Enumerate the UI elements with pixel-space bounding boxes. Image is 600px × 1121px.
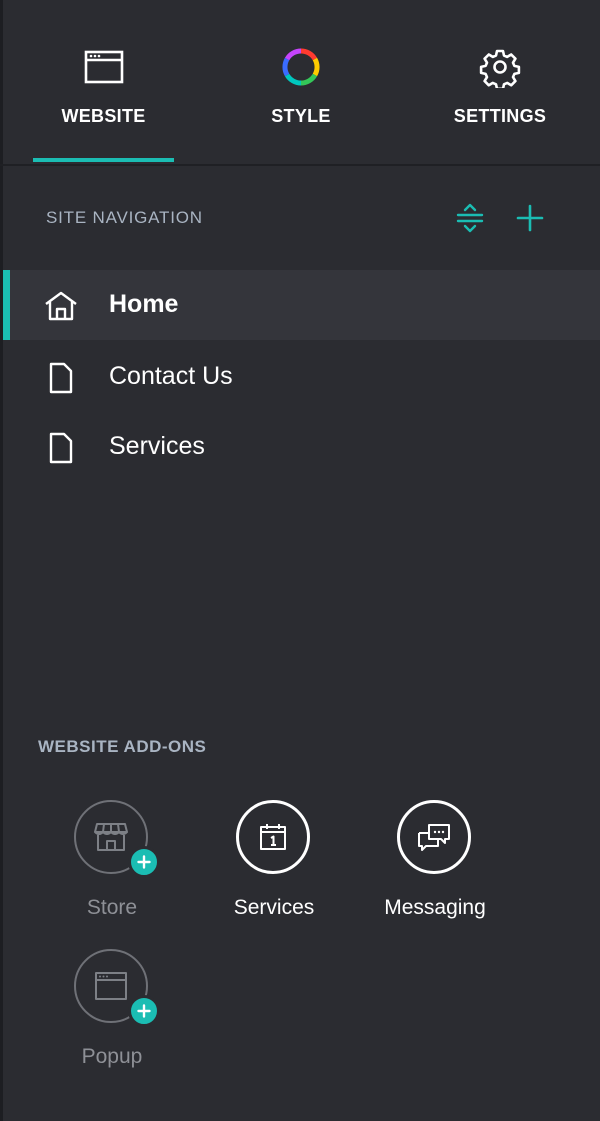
addon-messaging-label: Messaging	[384, 896, 486, 919]
top-tabs: WEBSITE STYLE SETTINGS	[0, 0, 600, 166]
page-icon	[49, 432, 73, 464]
addon-store[interactable]: Store	[37, 800, 187, 940]
plus-icon	[137, 855, 151, 869]
sidebar-edge	[0, 0, 3, 1121]
tab-settings[interactable]: SETTINGS	[430, 0, 570, 164]
addon-services[interactable]: Services	[199, 800, 349, 940]
calendar-icon	[260, 824, 286, 850]
color-wheel-icon	[282, 48, 320, 86]
site-navigation-title: SITE NAVIGATION	[46, 208, 203, 227]
editor-sidebar: WEBSITE STYLE SETTINGS SITE NAVIGATION H…	[0, 0, 600, 1121]
addon-popup-label: Popup	[81, 1045, 143, 1068]
tab-website-label: WEBSITE	[61, 106, 146, 126]
home-icon	[45, 291, 77, 321]
storefront-icon	[94, 823, 128, 851]
addon-messaging[interactable]: Messaging	[360, 800, 510, 940]
reorder-icon	[456, 203, 484, 233]
active-page-indicator	[3, 270, 10, 340]
active-tab-indicator	[33, 158, 174, 162]
addon-store-label: Store	[86, 896, 138, 919]
gear-icon	[479, 49, 521, 88]
page-item-contact-us[interactable]: Contact Us	[3, 342, 600, 412]
website-addons-title: WEBSITE ADD-ONS	[38, 737, 207, 756]
addon-services-label: Services	[233, 896, 315, 919]
chat-bubbles-icon	[418, 824, 450, 851]
add-page-button[interactable]	[513, 201, 547, 235]
addon-popup[interactable]: Popup	[37, 949, 187, 1089]
page-label-services: Services	[109, 432, 205, 460]
reorder-pages-button[interactable]	[453, 201, 487, 235]
add-popup-button[interactable]	[128, 995, 160, 1027]
tab-style[interactable]: STYLE	[230, 0, 372, 164]
plus-icon	[137, 1004, 151, 1018]
tab-settings-label: SETTINGS	[453, 106, 547, 126]
page-icon	[49, 362, 73, 394]
addon-services-circle	[236, 800, 310, 874]
browser-window-icon	[95, 972, 127, 1000]
plus-icon	[516, 204, 544, 232]
page-item-home[interactable]: Home	[3, 270, 600, 340]
tab-website[interactable]: WEBSITE	[33, 0, 174, 164]
browser-window-icon	[84, 50, 124, 84]
addon-messaging-circle	[397, 800, 471, 874]
tab-style-label: STYLE	[271, 106, 331, 126]
page-label-home: Home	[109, 290, 179, 318]
page-label-contact-us: Contact Us	[109, 362, 233, 390]
add-store-button[interactable]	[128, 846, 160, 878]
page-item-services[interactable]: Services	[3, 412, 600, 482]
